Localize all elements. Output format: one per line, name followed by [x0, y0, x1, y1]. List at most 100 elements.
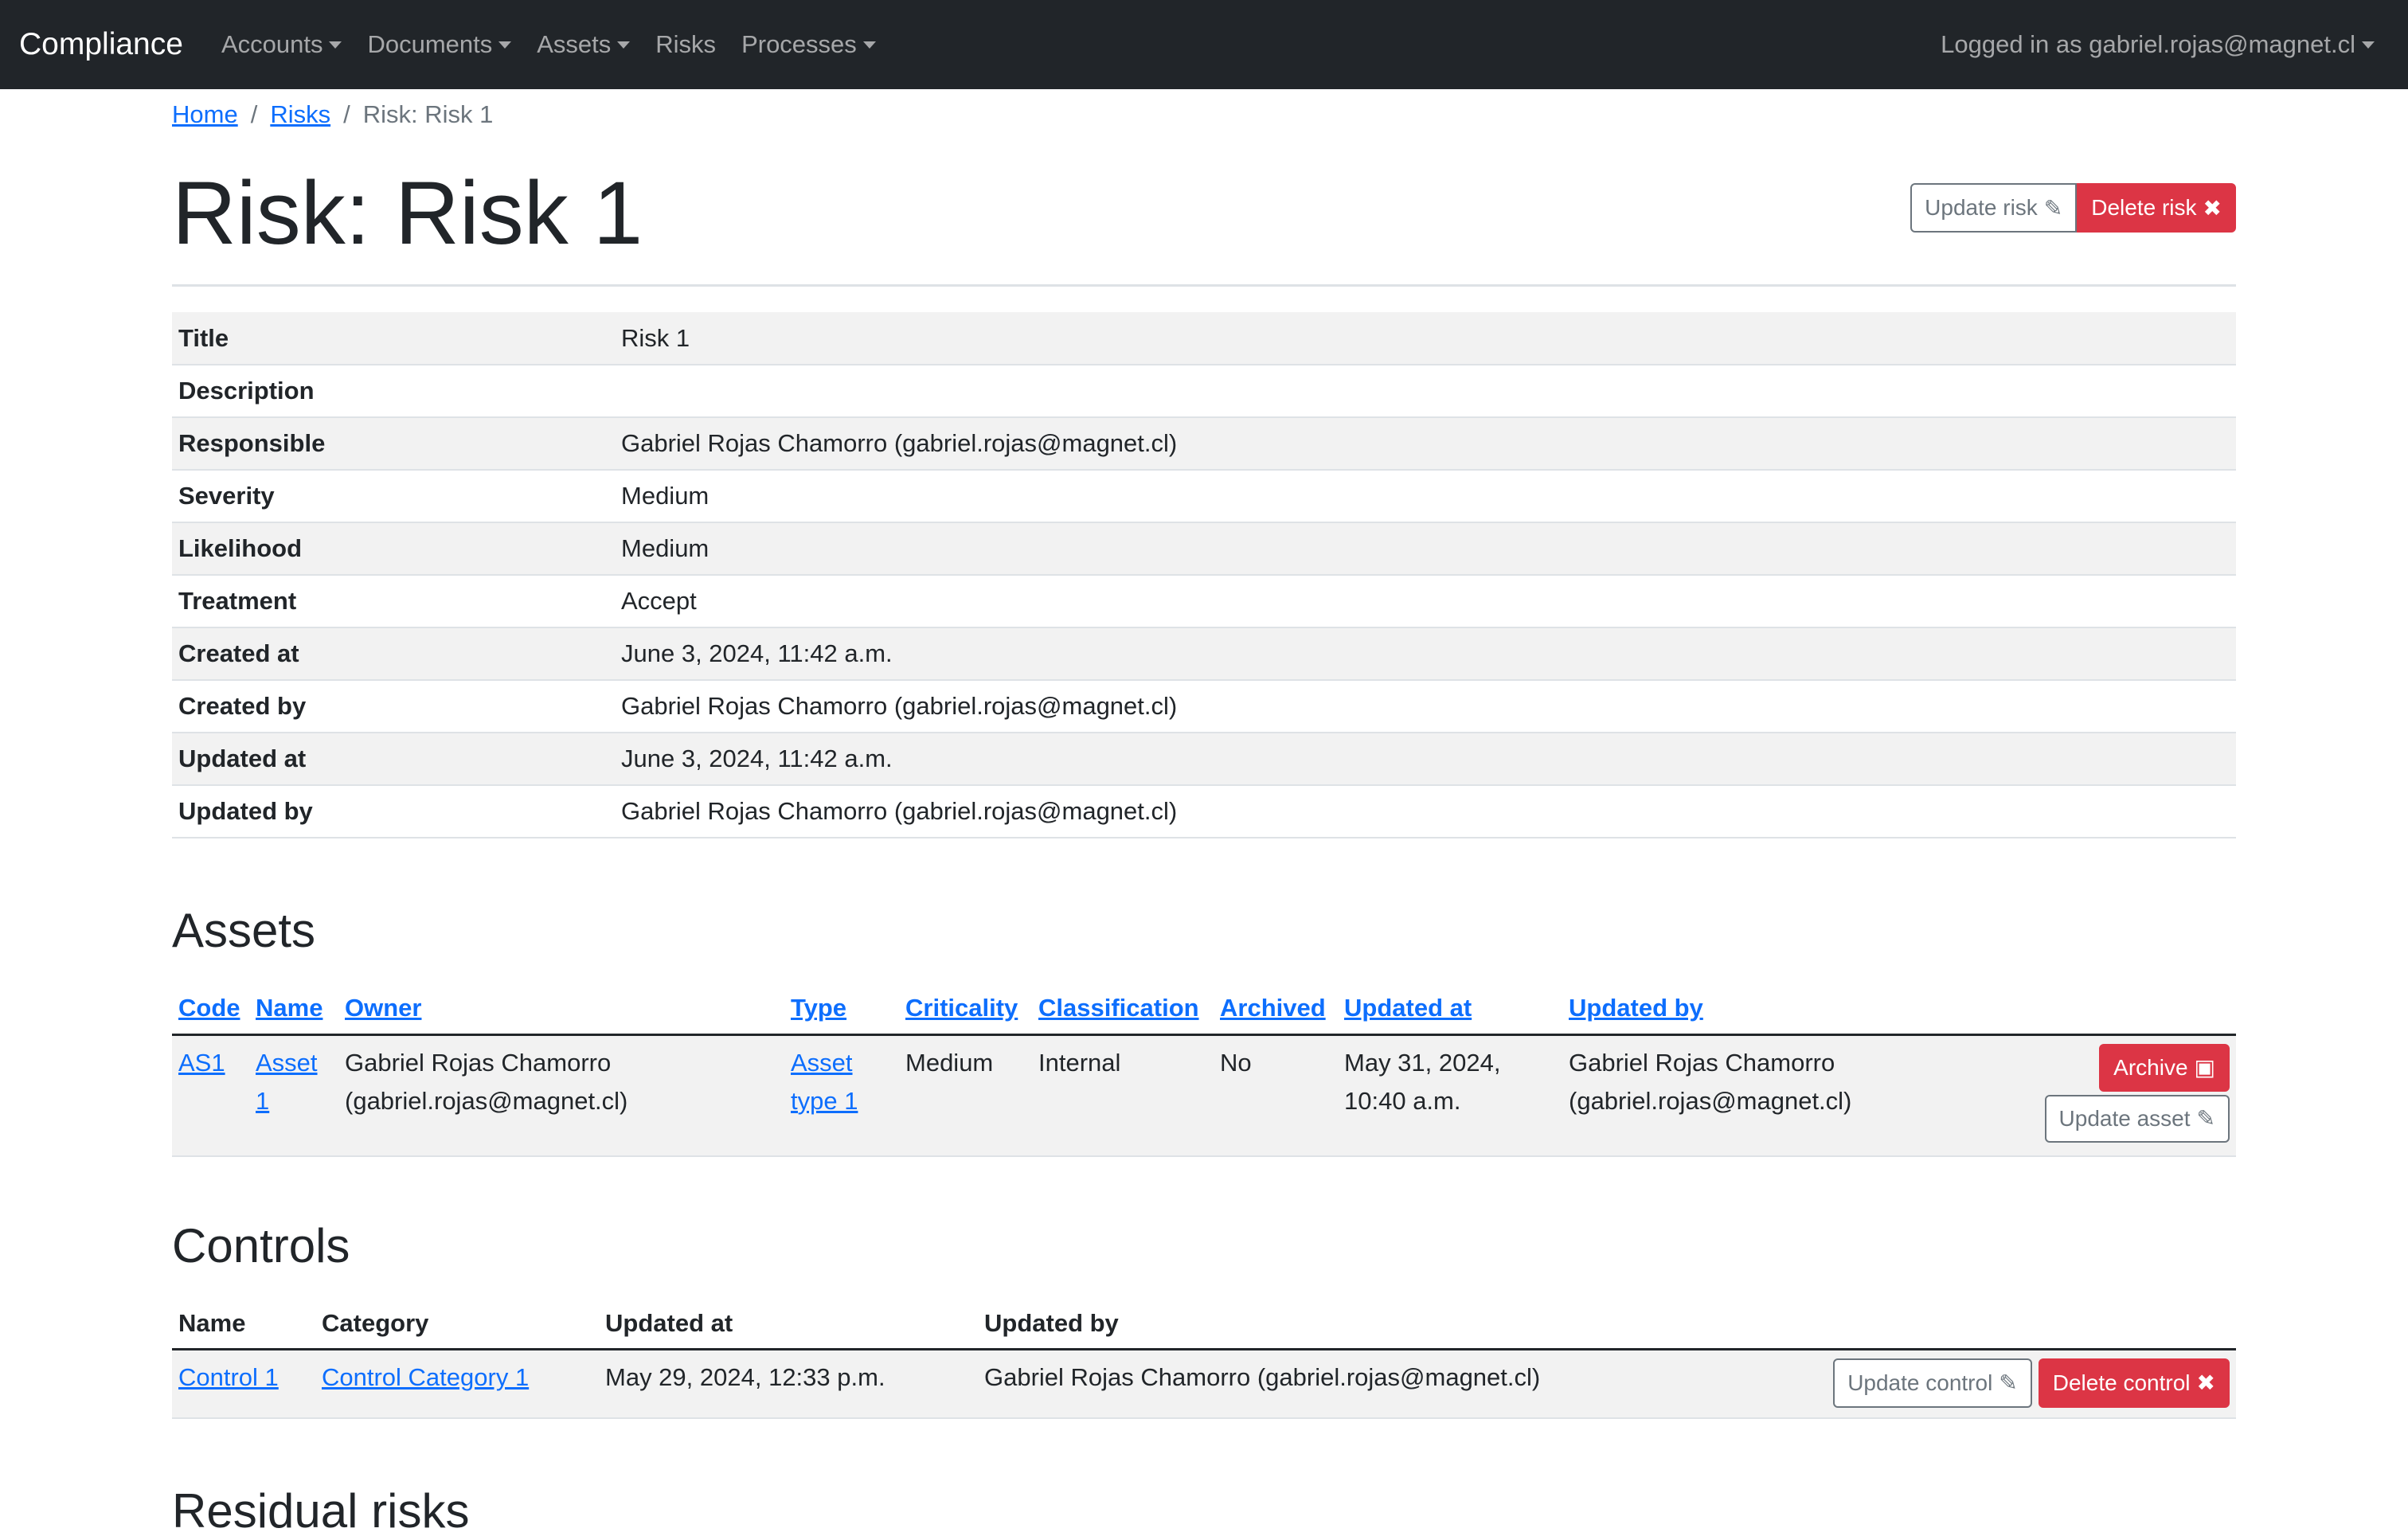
nav-assets-label: Assets: [537, 30, 612, 58]
asset-code-link[interactable]: AS1: [178, 1049, 225, 1077]
detail-label: Likelihood: [178, 534, 302, 562]
control-updated-by-cell: Gabriel Rojas Chamorro (gabriel.rojas@ma…: [984, 1363, 1541, 1391]
update-asset-button[interactable]: Update asset ✎: [2044, 1094, 2230, 1143]
sort-name-link[interactable]: Name: [256, 994, 322, 1022]
page-title: Risk: Risk 1: [172, 163, 643, 263]
nav-assets-dropdown[interactable]: Assets: [537, 30, 631, 59]
asset-type-link[interactable]: Asset type 1: [791, 1049, 858, 1115]
column-header: Type: [784, 983, 899, 1036]
asset-updated-by-cell: Gabriel Rojas Chamorro (gabriel.rojas@ma…: [1569, 1048, 1852, 1115]
asset-actions-cell: Archive ▣ Update asset ✎: [2008, 1034, 2236, 1156]
caret-down-icon: [862, 41, 876, 49]
detail-row-severity: Severity Medium: [172, 470, 2236, 522]
edit-icon: ✎: [2043, 195, 2063, 221]
nav-accounts-dropdown[interactable]: Accounts: [221, 30, 342, 59]
control-name-link[interactable]: Control 1: [178, 1363, 279, 1391]
control-category-link[interactable]: Control Category 1: [322, 1363, 529, 1391]
caret-down-icon: [617, 41, 631, 49]
sort-updated-at-link[interactable]: Updated at: [1344, 994, 1472, 1022]
nav-processes-dropdown[interactable]: Processes: [741, 30, 876, 59]
asset-name-link[interactable]: Asset 1: [256, 1049, 318, 1115]
column-header: Updated at: [1338, 983, 1562, 1036]
assets-heading: Assets: [172, 904, 316, 957]
detail-label: Responsible: [178, 429, 326, 457]
detail-label: Created at: [178, 639, 299, 667]
breadcrumb-home-link[interactable]: Home: [172, 100, 238, 129]
delete-control-label: Delete control: [2052, 1370, 2191, 1396]
main-container: Home / Risks / Risk: Risk 1 Risk: Risk 1…: [172, 89, 2236, 1540]
detail-label: Description: [178, 377, 315, 405]
nav-accounts-label: Accounts: [221, 30, 323, 58]
update-risk-button[interactable]: Update risk ✎: [1910, 183, 2078, 233]
close-icon: ✖: [2196, 1370, 2215, 1396]
archive-box-icon: ▣: [2194, 1054, 2215, 1080]
user-menu-label: Logged in as gabriel.rojas@magnet.cl: [1941, 30, 2355, 58]
sort-type-link[interactable]: Type: [791, 994, 846, 1022]
detail-value: Gabriel Rojas Chamorro (gabriel.rojas@ma…: [621, 692, 1178, 720]
sort-owner-link[interactable]: Owner: [345, 994, 421, 1022]
update-control-button[interactable]: Update control ✎: [1833, 1358, 2032, 1408]
user-menu-dropdown[interactable]: Logged in as gabriel.rojas@magnet.cl: [1941, 30, 2375, 59]
asset-type-cell: Asset type 1: [784, 1034, 899, 1156]
column-header: Name: [172, 1298, 315, 1350]
sort-classification-link[interactable]: Classification: [1038, 994, 1199, 1022]
sort-code-link[interactable]: Code: [178, 994, 240, 1022]
breadcrumb-current: Risk: Risk 1: [362, 100, 494, 128]
detail-row-updated-at: Updated at June 3, 2024, 11:42 a.m.: [172, 733, 2236, 785]
caret-down-icon: [498, 41, 512, 49]
column-header: Updated by: [978, 1298, 1774, 1350]
sort-updated-by-link[interactable]: Updated by: [1569, 994, 1703, 1022]
top-navbar: Compliance Accounts Documents Assets Ris…: [0, 0, 2408, 89]
column-header: Name: [249, 983, 338, 1036]
detail-row-title: Title Risk 1: [172, 312, 2236, 365]
asset-updated-at-cell: May 31, 2024, 10:40 a.m.: [1344, 1048, 1501, 1115]
sort-criticality-link[interactable]: Criticality: [905, 994, 1018, 1022]
controls-table: Name Category Updated at Updated by Cont…: [172, 1298, 2236, 1420]
close-icon: ✖: [2203, 195, 2222, 221]
column-header: Classification: [1032, 983, 1214, 1036]
detail-label: Treatment: [178, 587, 297, 615]
delete-control-button[interactable]: Delete control ✖: [2038, 1358, 2230, 1408]
assets-header-row: Code Name Owner Type Criticality Classif…: [172, 983, 2236, 1036]
detail-value: June 3, 2024, 11:42 a.m.: [621, 745, 893, 772]
actions-header: [2008, 983, 2236, 1036]
brand-link[interactable]: Compliance: [19, 27, 183, 62]
column-header: Category: [315, 1298, 599, 1350]
detail-value: Risk 1: [621, 323, 690, 352]
detail-value: Gabriel Rojas Chamorro (gabriel.rojas@ma…: [621, 429, 1178, 457]
nav-documents-dropdown[interactable]: Documents: [367, 30, 512, 59]
detail-row-responsible: Responsible Gabriel Rojas Chamorro (gabri…: [172, 417, 2236, 470]
detail-label: Created by: [178, 692, 307, 720]
asset-criticality-cell: Medium: [905, 1048, 994, 1077]
archive-label: Archive: [2113, 1054, 2188, 1080]
archive-asset-button[interactable]: Archive ▣: [2099, 1043, 2230, 1092]
detail-label: Updated at: [178, 745, 307, 772]
control-updated-at-cell: May 29, 2024, 12:33 p.m.: [605, 1363, 885, 1391]
detail-row-likelihood: Likelihood Medium: [172, 522, 2236, 575]
assets-table: Code Name Owner Type Criticality Classif…: [172, 983, 2236, 1157]
detail-label: Title: [178, 323, 229, 352]
detail-row-updated-by: Updated by Gabriel Rojas Chamorro (gabrie…: [172, 785, 2236, 838]
controls-header-row: Name Category Updated at Updated by: [172, 1298, 2236, 1350]
nav-risks-label: Risks: [655, 30, 717, 58]
caret-down-icon: [2362, 41, 2375, 49]
page-header: Risk: Risk 1 Update risk ✎ Delete risk ✖: [172, 135, 2236, 287]
detail-row-description: Description: [172, 365, 2236, 417]
asset-classification-cell: Internal: [1038, 1048, 1121, 1077]
nav-risks-link[interactable]: Risks: [655, 30, 716, 59]
control-category-cell: Control Category 1: [315, 1350, 599, 1419]
delete-risk-label: Delete risk: [2091, 195, 2197, 220]
breadcrumb: Home / Risks / Risk: Risk 1: [172, 94, 2236, 135]
asset-name-cell: Asset 1: [249, 1034, 338, 1156]
detail-value: June 3, 2024, 11:42 a.m.: [621, 639, 893, 667]
detail-label: Updated by: [178, 797, 313, 825]
breadcrumb-risks-link[interactable]: Risks: [270, 100, 330, 129]
sort-archived-link[interactable]: Archived: [1220, 994, 1326, 1022]
update-asset-label: Update asset: [2058, 1105, 2191, 1131]
table-row: Control 1 Control Category 1 May 29, 202…: [172, 1349, 2236, 1419]
column-header: Updated by: [1562, 983, 2008, 1036]
edit-icon: ✎: [2196, 1105, 2215, 1131]
control-actions-cell: Update control ✎ Delete control ✖: [1774, 1350, 2236, 1419]
delete-risk-button[interactable]: Delete risk ✖: [2077, 183, 2236, 233]
detail-label: Severity: [178, 482, 275, 510]
